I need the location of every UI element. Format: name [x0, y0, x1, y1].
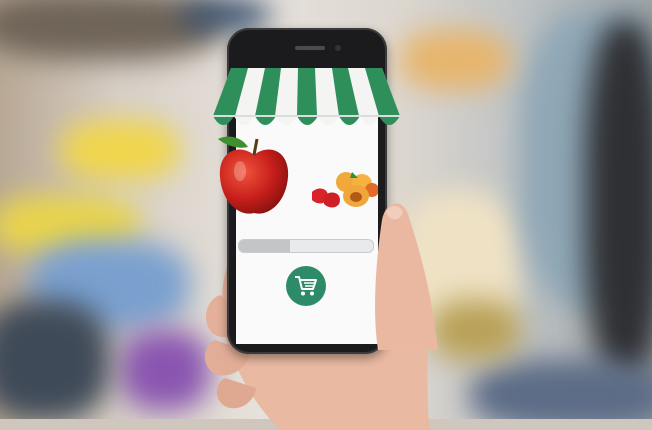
loading-progress-bar[interactable]: [238, 239, 374, 253]
cart-button[interactable]: [286, 266, 326, 306]
shop-awning-icon: [213, 68, 400, 125]
fruit-pile-icon[interactable]: [306, 168, 378, 212]
phone-speaker: [295, 46, 325, 50]
thumb: [375, 203, 438, 350]
shopping-cart-icon: [295, 276, 317, 296]
progress-fill: [239, 240, 290, 252]
apple-icon[interactable]: [214, 133, 294, 219]
phone-camera: [335, 45, 341, 51]
